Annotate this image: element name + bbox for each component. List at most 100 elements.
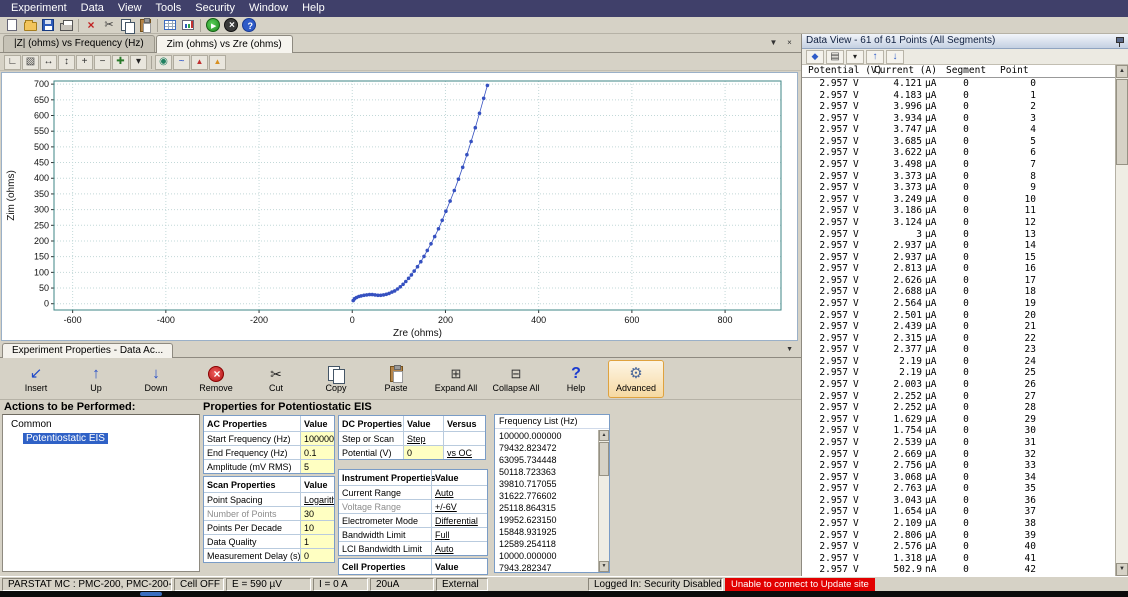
table-row[interactable]: 2.957V3.249µA010 — [802, 194, 1115, 206]
table-row[interactable]: 2.957V502.9nA042 — [802, 564, 1115, 576]
list-item[interactable]: 63095.734448 — [495, 454, 598, 466]
cut-button[interactable]: ✂Cut — [248, 360, 304, 398]
scrollbar-thumb[interactable] — [599, 442, 609, 476]
copy-button[interactable] — [118, 18, 136, 33]
pin-icon[interactable] — [1115, 36, 1124, 47]
open-file-button[interactable] — [21, 18, 39, 33]
help-button[interactable]: ?Help — [548, 360, 604, 398]
list-item[interactable]: 10000.000000 — [495, 550, 598, 562]
table-row[interactable]: 2.957V2.763µA035 — [802, 483, 1115, 495]
scrollbar-thumb[interactable] — [1116, 79, 1128, 165]
list-item[interactable]: 12589.254118 — [495, 538, 598, 550]
table-row[interactable]: 2.957V2.626µA017 — [802, 275, 1115, 287]
menu-window[interactable]: Window — [242, 0, 295, 17]
table-row[interactable]: 2.957V1.318µA041 — [802, 553, 1115, 565]
list-item[interactable]: 100000.000000 — [495, 430, 598, 442]
tree-item-common[interactable]: Common — [9, 418, 199, 431]
menu-view[interactable]: View — [111, 0, 149, 17]
scroll-up-icon[interactable]: ▲ — [599, 430, 609, 441]
property-value[interactable]: 5 — [300, 460, 334, 473]
table-row[interactable]: 2.957V3.373µA09 — [802, 182, 1115, 194]
table-row[interactable]: 2.957V2.315µA022 — [802, 333, 1115, 345]
table-row[interactable]: 2.957V1.754µA030 — [802, 425, 1115, 437]
property-value[interactable]: 100000 — [300, 432, 334, 445]
table-row[interactable]: 2.957V2.564µA019 — [802, 298, 1115, 310]
table-row[interactable]: 2.957V3.622µA06 — [802, 147, 1115, 159]
table-row[interactable]: 2.957V1.629µA029 — [802, 414, 1115, 426]
down-button[interactable]: ↓Down — [128, 360, 184, 398]
property-value[interactable]: Differential — [431, 514, 487, 527]
graph-options-button[interactable]: ▾ — [130, 55, 147, 70]
frequency-list-scrollbar[interactable]: ▲ ▼ — [598, 430, 609, 572]
menu-security[interactable]: Security — [188, 0, 242, 17]
list-item[interactable]: 15848.931925 — [495, 526, 598, 538]
property-versus[interactable]: vs OC — [443, 446, 485, 459]
scroll-up-icon[interactable]: ▲ — [1116, 65, 1128, 78]
paste-button[interactable]: Paste — [368, 360, 424, 398]
list-item[interactable]: 79432.823472 — [495, 442, 598, 454]
property-value[interactable]: 10 — [300, 521, 334, 534]
list-item[interactable]: 39810.717055 — [495, 478, 598, 490]
table-row[interactable]: 2.957V3.934µA03 — [802, 113, 1115, 125]
new-file-button[interactable] — [3, 18, 21, 33]
zoom-box-button[interactable]: ▧ — [22, 55, 39, 70]
property-value[interactable]: Auto — [431, 486, 487, 499]
property-value[interactable]: +/-6V — [431, 500, 487, 513]
menu-experiment[interactable]: Experiment — [4, 0, 74, 17]
table-row[interactable]: 2.957V2.439µA021 — [802, 321, 1115, 333]
table-row[interactable]: 2.957V3.043µA036 — [802, 495, 1115, 507]
table-row[interactable]: 2.957V2.109µA038 — [802, 518, 1115, 530]
table-button[interactable] — [161, 18, 179, 33]
zoom-out-button[interactable]: − — [94, 55, 111, 70]
collapse-all-button[interactable]: ⊟Collapse All — [488, 360, 544, 398]
table-row[interactable]: 2.957V2.937µA014 — [802, 240, 1115, 252]
nyquist-chart[interactable]: -600-400-2000200400600800050100150200250… — [1, 72, 798, 341]
scroll-down-icon[interactable]: ▼ — [599, 561, 609, 572]
tab-experiment-properties[interactable]: Experiment Properties - Data Ac... — [2, 343, 173, 358]
taskbar-item[interactable] — [140, 592, 162, 596]
up-button[interactable]: ↑Up — [68, 360, 124, 398]
dropdown-button[interactable]: ▾ — [846, 50, 864, 64]
table-row[interactable]: 2.957V4.183µA01 — [802, 90, 1115, 102]
chart-close-icon[interactable]: × — [783, 37, 796, 50]
save-button[interactable] — [39, 18, 57, 33]
property-value[interactable]: Step — [403, 432, 443, 445]
print-button[interactable] — [57, 18, 75, 33]
list-item[interactable]: 7943.282347 — [495, 562, 598, 572]
table-row[interactable]: 2.957V2.501µA020 — [802, 310, 1115, 322]
table-row[interactable]: 2.957V2.252µA027 — [802, 391, 1115, 403]
scroll-down-icon[interactable]: ▼ — [1116, 563, 1128, 576]
table-row[interactable]: 2.957V2.688µA018 — [802, 286, 1115, 298]
property-value[interactable]: 30 — [300, 507, 334, 520]
nyquist-plot[interactable]: -600-400-2000200400600800050100150200250… — [2, 73, 797, 340]
zoom-in-button[interactable]: + — [76, 55, 93, 70]
move-up-button[interactable]: ↑ — [866, 50, 884, 64]
paste-button[interactable] — [136, 18, 154, 33]
property-value[interactable]: 0 — [300, 549, 334, 562]
collapse-panel-icon[interactable]: ▼ — [786, 346, 793, 353]
table-row[interactable]: 2.957V3.373µA08 — [802, 171, 1115, 183]
cut-button[interactable]: ✂ — [100, 18, 118, 33]
help-circle-button[interactable] — [240, 18, 258, 33]
list-item[interactable]: 31622.776602 — [495, 490, 598, 502]
property-value[interactable]: 1 — [300, 535, 334, 548]
table-row[interactable]: 2.957V3.747µA04 — [802, 124, 1115, 136]
fit-curve-button[interactable]: ~ — [173, 55, 190, 70]
zoom-x-button[interactable]: ↔ — [40, 55, 57, 70]
table-row[interactable]: 2.957V3µA013 — [802, 229, 1115, 241]
table-row[interactable]: 2.957V1.654µA037 — [802, 506, 1115, 518]
table-row[interactable]: 2.957V2.003µA026 — [802, 379, 1115, 391]
remove-button[interactable]: Remove — [188, 360, 244, 398]
chart-menu-icon[interactable]: ▼ — [767, 37, 780, 50]
table-row[interactable]: 2.957V2.813µA016 — [802, 263, 1115, 275]
table-row[interactable]: 2.957V2.756µA033 — [802, 460, 1115, 472]
table-row[interactable]: 2.957V2.669µA032 — [802, 449, 1115, 461]
menu-tools[interactable]: Tools — [149, 0, 189, 17]
table-row[interactable]: 2.957V2.937µA015 — [802, 252, 1115, 264]
table-row[interactable]: 2.957V2.19µA025 — [802, 367, 1115, 379]
expand-all-button[interactable]: ⊞Expand All — [428, 360, 484, 398]
move-down-button[interactable]: ↓ — [886, 50, 904, 64]
delete-button[interactable]: × — [82, 18, 100, 33]
list-item[interactable]: 50118.723363 — [495, 466, 598, 478]
table-row[interactable]: 2.957V4.121µA00 — [802, 78, 1115, 90]
